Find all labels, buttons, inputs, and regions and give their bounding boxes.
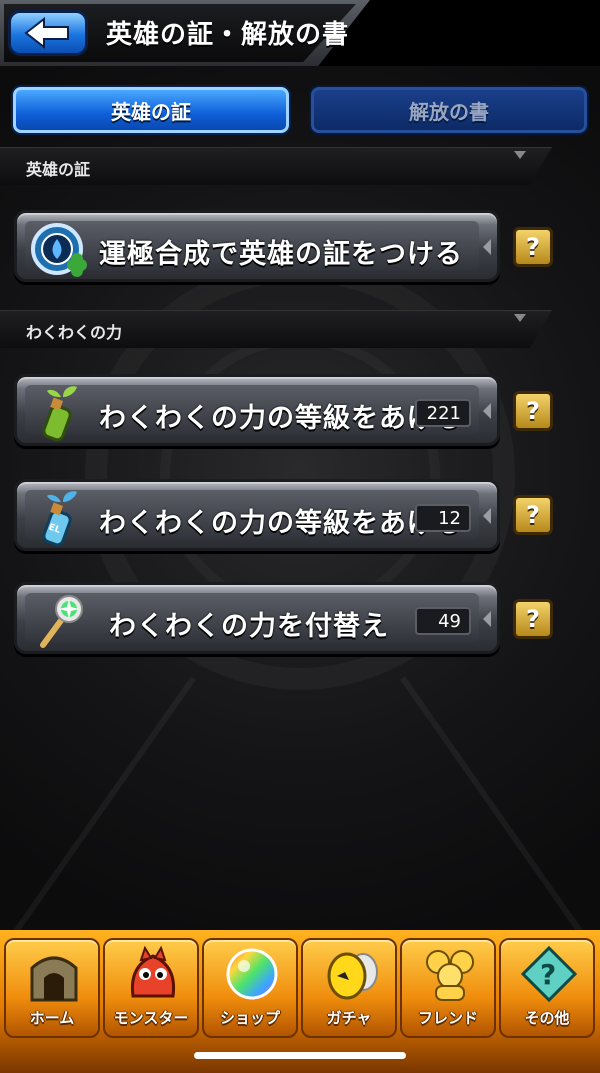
- hero-badge-clover-icon: [31, 223, 87, 277]
- nav-label: ガチャ: [326, 1009, 372, 1027]
- menu-button-label: わくわくの力の等級をあげる: [99, 403, 463, 434]
- home-gate-icon: [30, 956, 78, 1002]
- chevron-left-icon: [483, 508, 491, 524]
- menu-button-label: わくわくの力を付替え: [109, 611, 389, 642]
- nav-label: モンスター: [113, 1009, 189, 1027]
- nav-other[interactable]: ? その他: [499, 938, 595, 1038]
- item-count: 221: [415, 399, 471, 427]
- question-diamond-icon: ?: [520, 946, 578, 1002]
- page-title: 英雄の証・解放の書: [106, 20, 350, 50]
- blue-el-bottle-icon: EL: [42, 491, 77, 547]
- help-button[interactable]: ?: [513, 599, 553, 639]
- magic-wand-icon: [40, 595, 83, 648]
- nav-label: フレンド: [417, 1009, 478, 1027]
- home-indicator[interactable]: [194, 1052, 406, 1059]
- nav-label: その他: [524, 1009, 570, 1027]
- chevron-left-icon: [483, 611, 491, 627]
- tab-hero-badge[interactable]: 英雄の証: [13, 87, 289, 133]
- menu-button-label: 運極合成で英雄の証をつける: [99, 239, 463, 270]
- triangle-marker-icon: [514, 314, 526, 322]
- item-count: 49: [415, 607, 471, 635]
- item-count: 12: [415, 504, 471, 532]
- nav-label: ホーム: [29, 1009, 75, 1027]
- top-bar: 英雄の証・解放の書: [0, 0, 600, 66]
- green-sprout-bottle-icon: [42, 386, 77, 442]
- nav-friend[interactable]: フレンド: [400, 938, 496, 1038]
- nav-gacha[interactable]: ガチャ: [301, 938, 397, 1038]
- menu-button-reassign-waku-waku[interactable]: わくわくの力を付替え 49: [14, 582, 500, 654]
- rainbow-orb-icon: [226, 948, 278, 1000]
- nav-shop[interactable]: ショップ: [202, 938, 298, 1038]
- help-button[interactable]: ?: [513, 495, 553, 535]
- section-header-waku-waku: わくわくの力: [0, 310, 552, 348]
- tab-release-book[interactable]: 解放の書: [311, 87, 587, 133]
- help-button[interactable]: ?: [513, 227, 553, 267]
- menu-button-attach-hero-badge[interactable]: 運極合成で英雄の証をつける: [14, 210, 500, 282]
- menu-button-label: わくわくの力の等級をあげる: [99, 508, 463, 539]
- section-title: わくわくの力: [26, 323, 123, 342]
- svg-text:?: ?: [540, 958, 556, 991]
- back-arrow-icon: [24, 17, 69, 49]
- back-button[interactable]: [8, 10, 88, 56]
- menu-button-upgrade-waku-waku-green[interactable]: わくわくの力の等級をあげる 221: [14, 374, 500, 446]
- friends-balloons-icon: [426, 950, 474, 1001]
- section-title: 英雄の証: [26, 160, 91, 179]
- triangle-marker-icon: [514, 151, 526, 159]
- nav-label: ショップ: [219, 1009, 280, 1027]
- nav-home[interactable]: ホーム: [4, 938, 100, 1038]
- red-dragon-icon: [130, 946, 176, 998]
- menu-button-upgrade-waku-waku-blue[interactable]: EL わくわくの力の等級をあげる 12: [14, 479, 500, 551]
- chevron-left-icon: [483, 403, 491, 419]
- help-button[interactable]: ?: [513, 391, 553, 431]
- section-header-hero-badge: 英雄の証: [0, 147, 552, 185]
- chevron-left-icon: [483, 239, 491, 255]
- yellow-egg-icon: [327, 952, 378, 1000]
- nav-monster[interactable]: モンスター: [103, 938, 199, 1038]
